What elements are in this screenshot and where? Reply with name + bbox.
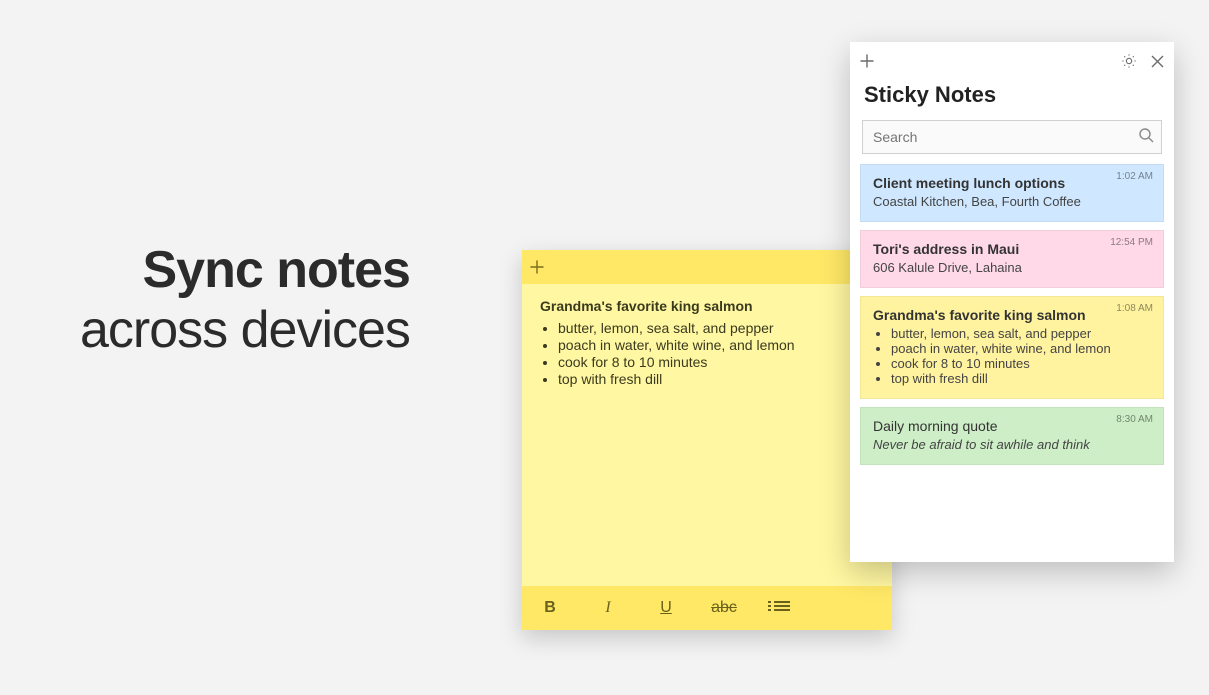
note-body-item: butter, lemon, sea salt, and pepper bbox=[891, 326, 1151, 341]
underline-button[interactable]: U bbox=[652, 599, 680, 617]
close-icon bbox=[1151, 55, 1164, 68]
note-time: 12:54 PM bbox=[1110, 237, 1153, 248]
note-card[interactable]: 8:30 AM Daily morning quote Never be afr… bbox=[860, 407, 1164, 465]
gear-icon bbox=[1121, 53, 1137, 69]
panel-new-note-button[interactable] bbox=[860, 54, 874, 68]
note-body-list: butter, lemon, sea salt, and pepper poac… bbox=[873, 326, 1151, 386]
note-body: Coastal Kitchen, Bea, Fourth Coffee bbox=[873, 194, 1151, 209]
close-button[interactable] bbox=[1151, 55, 1164, 68]
promo-text: Sync notes across devices bbox=[80, 240, 410, 360]
note-body-item: top with fresh dill bbox=[891, 371, 1151, 386]
italic-button[interactable]: I bbox=[594, 599, 622, 617]
note-body-item: cook for 8 to 10 minutes bbox=[891, 356, 1151, 371]
notes-panel: Sticky Notes 1:02 AM Client meeting lunc… bbox=[850, 42, 1174, 562]
open-note-item: butter, lemon, sea salt, and pepper bbox=[558, 320, 874, 336]
bullets-icon bbox=[774, 599, 790, 613]
panel-title: Sticky Notes bbox=[850, 80, 1174, 116]
panel-titlebar bbox=[850, 42, 1174, 80]
notes-list: 1:02 AM Client meeting lunch options Coa… bbox=[850, 164, 1174, 465]
open-note-body[interactable]: Grandma's favorite king salmon butter, l… bbox=[522, 284, 892, 586]
note-card[interactable]: 12:54 PM Tori's address in Maui 606 Kalu… bbox=[860, 230, 1164, 288]
open-note-item: cook for 8 to 10 minutes bbox=[558, 354, 874, 370]
search-icon bbox=[1138, 127, 1154, 143]
note-time: 1:08 AM bbox=[1116, 303, 1153, 314]
format-toolbar: B I U abc bbox=[522, 586, 892, 630]
promo-line1: Sync notes bbox=[80, 240, 410, 300]
note-body: 606 Kalule Drive, Lahaina bbox=[873, 260, 1151, 275]
note-card[interactable]: 1:02 AM Client meeting lunch options Coa… bbox=[860, 164, 1164, 222]
strikethrough-button[interactable]: abc bbox=[710, 599, 738, 617]
open-note-title: Grandma's favorite king salmon bbox=[540, 298, 874, 314]
open-note-item: top with fresh dill bbox=[558, 371, 874, 387]
search-wrap bbox=[862, 120, 1162, 154]
note-time: 8:30 AM bbox=[1116, 414, 1153, 425]
note-time: 1:02 AM bbox=[1116, 171, 1153, 182]
open-note-window: ⋯ Grandma's favorite king salmon butter,… bbox=[522, 250, 892, 630]
open-note-item: poach in water, white wine, and lemon bbox=[558, 337, 874, 353]
note-body-item: poach in water, white wine, and lemon bbox=[891, 341, 1151, 356]
open-note-list: butter, lemon, sea salt, and pepper poac… bbox=[540, 320, 874, 387]
note-card[interactable]: 1:08 AM Grandma's favorite king salmon b… bbox=[860, 296, 1164, 399]
open-note-titlebar: ⋯ bbox=[522, 250, 892, 284]
note-title: Client meeting lunch options bbox=[873, 175, 1151, 191]
settings-button[interactable] bbox=[1121, 53, 1137, 69]
new-note-button[interactable] bbox=[530, 260, 544, 274]
note-title: Grandma's favorite king salmon bbox=[873, 307, 1151, 323]
note-title: Daily morning quote bbox=[873, 418, 1151, 434]
promo-line2: across devices bbox=[80, 300, 410, 360]
search-input[interactable] bbox=[862, 120, 1162, 154]
note-body: Never be afraid to sit awhile and think bbox=[873, 437, 1151, 452]
bullet-list-button[interactable] bbox=[768, 599, 796, 618]
bold-button[interactable]: B bbox=[536, 599, 564, 617]
